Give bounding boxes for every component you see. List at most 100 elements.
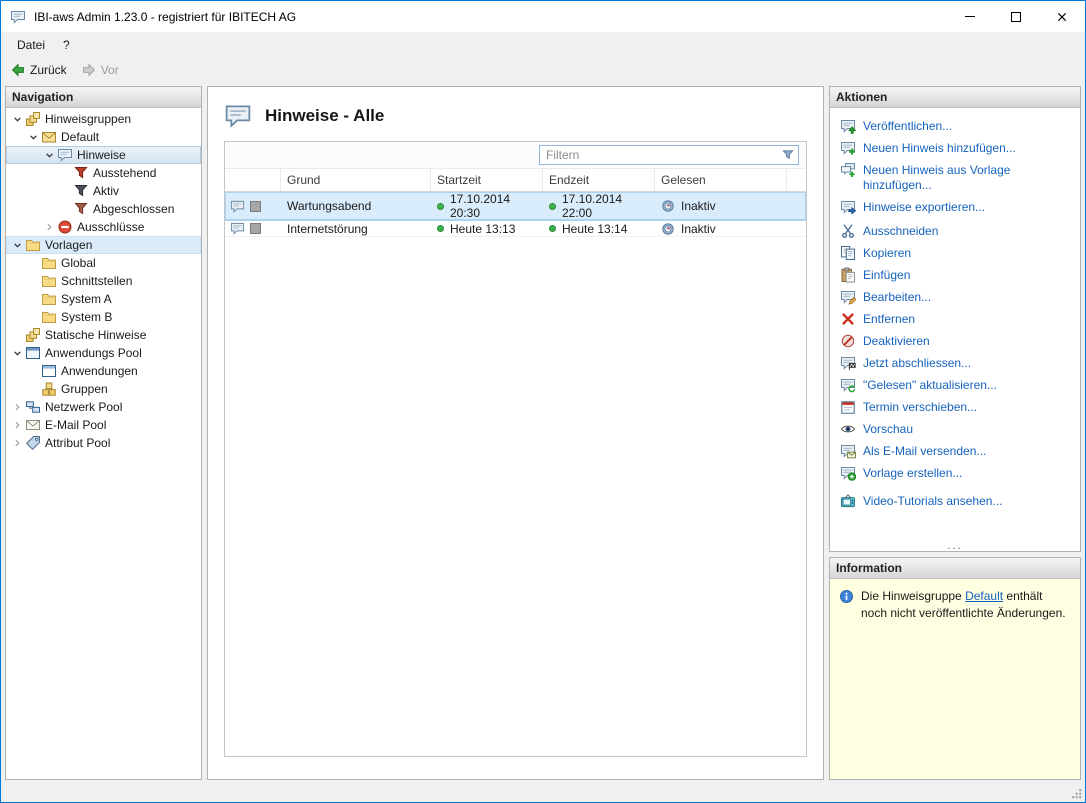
action-label: Als E-Mail versenden... [863,443,986,459]
send-email-icon [840,443,856,459]
tree-item-aktiv[interactable]: Aktiv [6,182,201,200]
column-header-icons[interactable] [225,169,281,191]
grund-cell: Wartungsabend [281,199,431,213]
action-deaktivieren[interactable]: Deaktivieren [840,333,1076,349]
column-header-endzeit[interactable]: Endzeit [543,169,655,191]
tree-item-netzwerk-pool[interactable]: Netzwerk Pool [6,398,201,416]
action-neuen-hinweis-hinzufugen[interactable]: Neuen Hinweis hinzufügen... [840,140,1076,156]
chevron-expanded-icon[interactable] [10,238,24,252]
chevron-expanded-icon[interactable] [42,148,56,162]
category-color-icon [250,201,261,212]
maximize-button[interactable] [993,1,1039,32]
filter-funnel-icon[interactable] [781,148,795,162]
tree-item-label: Abgeschlossen [93,202,180,216]
tree-item-e-mail-pool[interactable]: E-Mail Pool [6,416,201,434]
notes-group-icon [25,327,41,343]
filter-input[interactable] [539,145,799,165]
information-header: Information [830,558,1080,579]
close-button[interactable] [1039,1,1085,32]
action-termin-verschieben[interactable]: Termin verschieben... [840,399,1076,415]
close-icon [1054,9,1070,25]
menu-item-help[interactable]: ? [54,34,79,56]
action-hinweise-exportieren[interactable]: Hinweise exportieren... [840,199,1076,215]
actions-more-indicator[interactable]: ... [830,542,1080,551]
back-button[interactable]: Zurück [6,60,74,80]
tree-item-statische-hinweise[interactable]: Statische Hinweise [6,326,201,344]
startzeit-value: Heute 13:13 [450,222,515,236]
action-neuen-hinweis-aus-vorlage-hinzufugen[interactable]: Neuen Hinweis aus Vorlage hinzufügen... [840,162,1076,193]
email-pool-icon [25,417,41,433]
page-title-row: Hinweise - Alle [208,87,823,141]
endzeit-value: 17.10.2014 22:00 [562,192,655,220]
tree-item-anwendungs-pool[interactable]: Anwendungs Pool [6,344,201,362]
tree-item-vorlagen[interactable]: Vorlagen [6,236,201,254]
chevron-expanded-icon[interactable] [10,112,24,126]
table-row-internetstorung[interactable]: InternetstörungHeute 13:13Heute 13:14Ina… [225,221,806,237]
tree-item-hinweisgruppen[interactable]: Hinweisgruppen [6,110,201,128]
tree-item-ausschlusse[interactable]: Ausschlüsse [6,218,201,236]
chevron-collapsed-icon[interactable] [42,220,56,234]
edit-icon [840,289,856,305]
chevron-collapsed-icon[interactable] [10,400,24,414]
menu-item-datei[interactable]: Datei [8,34,54,56]
chevron-expanded-icon[interactable] [26,130,40,144]
app-window: IBI-aws Admin 1.23.0 - registriert für I… [0,0,1086,803]
tree-item-system-a[interactable]: System A [6,290,201,308]
default-group-link[interactable]: Default [965,589,1003,603]
chevron-collapsed-icon[interactable] [10,418,24,432]
tree-item-global[interactable]: Global [6,254,201,272]
tree-item-hinweise[interactable]: Hinweise [6,146,201,164]
menubar: Datei ? [1,32,1085,57]
action-kopieren[interactable]: Kopieren [840,245,1076,261]
folder-icon [41,273,57,289]
action-entfernen[interactable]: Entfernen [840,311,1076,327]
tree-item-anwendungen[interactable]: Anwendungen [6,362,201,380]
tree-item-gruppen[interactable]: Gruppen [6,380,201,398]
tree-item-system-b[interactable]: System B [6,308,201,326]
action-video-tutorials-ansehen[interactable]: Video-Tutorials ansehen... [840,493,1076,509]
action-jetzt-abschliessen[interactable]: Jetzt abschliessen... [840,355,1076,371]
tree-item-abgeschlossen[interactable]: Abgeschlossen [6,200,201,218]
action-vorschau[interactable]: Vorschau [840,421,1076,437]
column-header-gelesen[interactable]: Gelesen [655,169,787,191]
active-dot-icon [437,225,444,232]
action-bearbeiten[interactable]: Bearbeiten... [840,289,1076,305]
chevron-collapsed-icon[interactable] [10,436,24,450]
forward-button[interactable]: Vor [77,60,126,80]
grund-value: Wartungsabend [287,199,371,213]
active-dot-icon [549,203,556,210]
chevron-expanded-icon[interactable] [10,346,24,360]
application-icon [41,363,57,379]
action-vorlage-erstellen[interactable]: Vorlage erstellen... [840,465,1076,481]
chevron-spacer [58,202,72,216]
tree-item-label: System A [61,292,118,306]
minimize-button[interactable] [947,1,993,32]
column-header-grund[interactable]: Grund [281,169,431,191]
hinweise-table: Grund Startzeit Endzeit Gelesen Wartungs… [224,141,807,757]
cut-icon [840,223,856,239]
tree-item-label: Hinweisgruppen [45,112,137,126]
gelesen-status-icon [661,199,675,213]
action-als-e-mail-versenden[interactable]: Als E-Mail versenden... [840,443,1076,459]
column-header-startzeit[interactable]: Startzeit [431,169,543,191]
tree-item-label: Anwendungs Pool [45,346,148,360]
grund-cell: Internetstörung [281,222,431,236]
tree-item-label: Ausstehend [93,166,162,180]
tree-item-schnittstellen[interactable]: Schnittstellen [6,272,201,290]
table-row-wartungsabend[interactable]: Wartungsabend17.10.2014 20:3017.10.2014 … [225,192,806,221]
app-pool-icon [25,345,41,361]
endzeit-cell: Heute 13:14 [543,222,655,236]
action-label: Vorlage erstellen... [863,465,962,481]
action-label: Entfernen [863,311,915,327]
resize-grip-icon[interactable] [1070,787,1084,801]
action-ausschneiden[interactable]: Ausschneiden [840,223,1076,239]
action-gelesen-aktualisieren[interactable]: "Gelesen" aktualisieren... [840,377,1076,393]
action-einfugen[interactable]: Einfügen [840,267,1076,283]
tree-item-attribut-pool[interactable]: Attribut Pool [6,434,201,452]
tree-item-ausstehend[interactable]: Ausstehend [6,164,201,182]
navigation-header: Navigation [6,87,201,108]
tree-item-label: Vorlagen [45,238,98,252]
tree-item-default[interactable]: Default [6,128,201,146]
navigation-panel: Navigation Hinweisgruppen DefaultHinweise… [5,86,202,780]
action-veroffentlichen[interactable]: Veröffentlichen... [840,118,1076,134]
